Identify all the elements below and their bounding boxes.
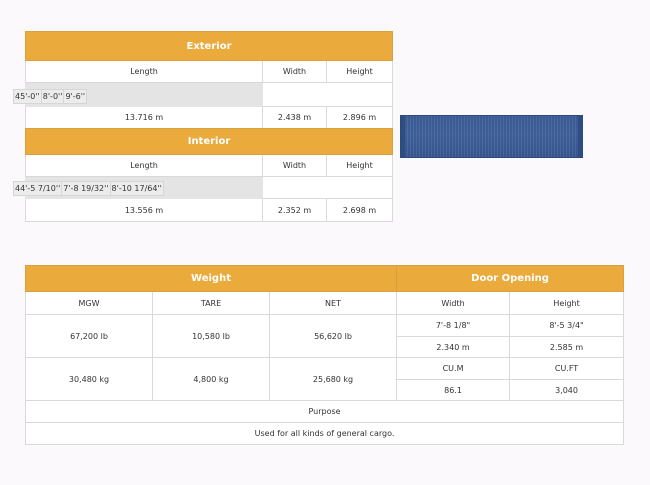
tare-kg: 4,800 kg [152,357,270,401]
mgw-lb: 67,200 lb [25,314,153,358]
cubic-meters-value: 86.1 [396,379,511,401]
interior-width-imperial: 7'-8 19/32'' [61,181,111,196]
interior-length-imperial: 44'-5 7/10'' [13,181,63,196]
exterior-length-metric: 13.716 m [25,106,263,129]
interior-imperial-values: 44'-5 7/10'' 7'-8 19/32'' 8'-10 17/64'' [13,181,164,196]
interior-length-header: Length [25,154,263,177]
exterior-width-header: Width [262,60,327,83]
door-width-header: Width [396,291,511,315]
door-width-imperial: 7'-8 1/8" [396,314,511,337]
shipping-container-image [400,115,583,158]
exterior-height-metric: 2.896 m [325,106,394,129]
purpose-label: Purpose [24,400,625,423]
door-height-header: Height [509,291,625,315]
tare-header: TARE [152,291,270,315]
interior-width-metric: 2.352 m [262,198,327,222]
interior-height-metric: 2.698 m [325,198,394,222]
tare-lb: 10,580 lb [152,314,270,358]
exterior-length-imperial: 45'-0'' [13,89,42,104]
interior-height-header: Height [325,154,394,177]
interior-table: Interior Length Width Height 13.556 m 2.… [24,128,394,222]
purpose-text: Used for all kinds of general cargo. [24,422,625,445]
door-height-imperial: 8'-5 3/4" [509,314,625,337]
cubic-feet-header: CU.FT [509,357,625,380]
interior-height-imperial: 8'-10 17/64'' [109,181,164,196]
net-header: NET [268,291,398,315]
specs-table: Weight Door Opening MGW TARE NET Width H… [24,265,625,445]
mgw-header: MGW [25,291,153,315]
exterior-table: Exterior Length Width Height 13.716 m 2.… [24,31,394,129]
exterior-title: Exterior [24,31,394,61]
net-lb: 56,620 lb [268,314,398,358]
net-kg: 25,680 kg [268,357,398,401]
exterior-imperial-blank [261,82,394,107]
interior-title: Interior [24,128,394,155]
mgw-kg: 30,480 kg [25,357,153,401]
exterior-imperial-values: 45'-0'' 8'-0'' 9'-6'' [13,89,88,104]
interior-imperial-blank [261,176,394,199]
exterior-height-imperial: 9'-6'' [63,89,88,104]
door-width-metric: 2.340 m [396,336,511,358]
interior-width-header: Width [262,154,327,177]
cubic-meters-header: CU.M [396,357,511,380]
exterior-length-header: Length [25,60,263,83]
exterior-width-imperial: 8'-0'' [40,89,65,104]
weight-title: Weight [24,265,398,292]
cubic-feet-value: 3,040 [509,379,625,401]
door-opening-title: Door Opening [396,265,625,292]
exterior-height-header: Height [325,60,394,83]
exterior-width-metric: 2.438 m [262,106,327,129]
interior-length-metric: 13.556 m [25,198,263,222]
door-height-metric: 2.585 m [509,336,625,358]
